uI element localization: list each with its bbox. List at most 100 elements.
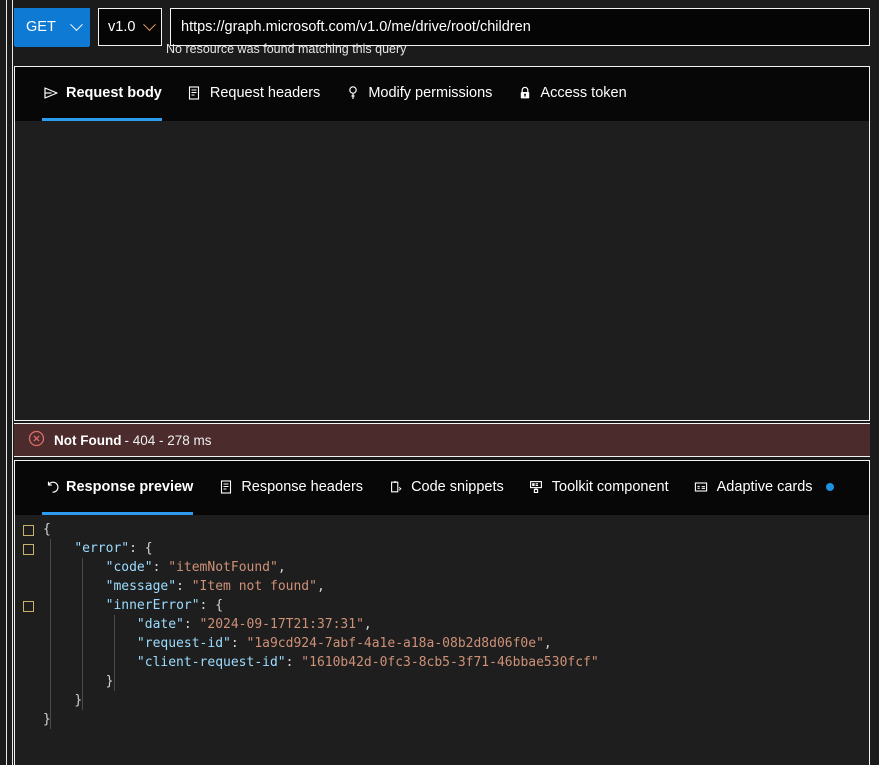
adaptive-cards-badge-dot [825, 483, 834, 491]
fold-gutter-cell [15, 711, 41, 730]
indent-guide [82, 558, 83, 710]
code-clipboard-icon [387, 479, 404, 496]
fold-gutter-cell [15, 673, 41, 692]
json-punctuation: , [277, 560, 286, 575]
fold-gutter-cell [15, 635, 41, 654]
json-string-value: "itemNotFound" [168, 560, 278, 575]
tab-request-body[interactable]: Request body [30, 75, 174, 121]
code-line: "innerError": { [43, 596, 869, 615]
indent-guide [114, 615, 115, 691]
json-punctuation: { [43, 522, 51, 537]
tab-modify-permissions[interactable]: Modify permissions [332, 75, 504, 121]
code-line: "message": "Item not found", [105, 579, 325, 594]
fold-gutter-cell[interactable] [15, 521, 41, 540]
editor-fold-gutter[interactable] [15, 520, 41, 765]
status-title: Not Found [54, 432, 122, 448]
json-punctuation: , [363, 617, 372, 632]
document-icon [217, 479, 234, 496]
response-status-bar: Not Found - 404 - 278 ms [14, 423, 870, 457]
json-key: "error" [74, 541, 130, 556]
tab-label: Request headers [209, 85, 321, 101]
tab-label: Toolkit component [551, 479, 669, 495]
request-url-value: https://graph.microsoft.com/v1.0/me/driv… [181, 19, 531, 35]
json-key: "code" [105, 560, 153, 575]
json-string-value: "1610b42d-0fc3-8cb5-3f71-46bbae530fcf" [301, 655, 599, 670]
tab-label: Request body [66, 85, 162, 101]
code-line: { [43, 520, 869, 539]
api-version-select[interactable]: v1.0 [98, 8, 162, 46]
fold-toggle-checkbox[interactable] [22, 601, 34, 612]
json-punctuation: , [316, 579, 325, 594]
response-panel: Response preview Response headers Code s… [14, 460, 870, 765]
json-key: "innerError" [105, 598, 200, 613]
tab-code-snippets[interactable]: Code snippets [375, 469, 516, 515]
code-line: } [43, 672, 869, 691]
api-version-value: v1.0 [108, 19, 136, 35]
indent-guide [50, 539, 51, 729]
json-key: "client-request-id" [136, 655, 286, 670]
tab-label: Access token [540, 85, 627, 101]
request-tablist: Request body Request headers Modify perm… [15, 67, 869, 121]
active-tab-indicator [42, 118, 162, 121]
window-left-rail-inner [12, 0, 13, 765]
toolkit-icon [528, 479, 545, 496]
json-string-value: "1a9cd924-7abf-4a1e-a18a-08b2d8d06f0e" [246, 636, 544, 651]
fold-gutter-cell [15, 578, 41, 597]
tab-label: Response headers [241, 479, 364, 495]
error-circle-icon [28, 430, 45, 450]
key-icon [344, 85, 361, 102]
response-preview-body: { "error": { "code": "itemNotFound", "me… [15, 515, 869, 765]
window-left-rail-outer [6, 0, 7, 765]
send-icon [42, 85, 59, 102]
code-line: "code": "itemNotFound", [105, 560, 286, 575]
json-string-value: "2024-09-17T21:37:31" [199, 617, 364, 632]
json-key: "date" [136, 617, 184, 632]
request-panel: Request body Request headers Modify perm… [14, 66, 870, 421]
status-detail: - 404 - 278 ms [124, 432, 212, 448]
tab-label: Modify permissions [368, 85, 493, 101]
tab-label: Adaptive cards [716, 479, 813, 495]
lock-icon [516, 85, 533, 102]
http-method-select[interactable]: GET [14, 8, 90, 47]
fold-toggle-checkbox[interactable] [22, 544, 34, 555]
code-line: } [43, 691, 869, 710]
json-punctuation: , [543, 636, 552, 651]
json-punctuation: } [105, 674, 114, 689]
code-line: "error": { [43, 539, 869, 558]
code-line: "date": "2024-09-17T21:37:31", [136, 617, 372, 632]
json-key: "request-id" [136, 636, 231, 651]
http-method-value: GET [26, 19, 56, 35]
fold-gutter-cell [15, 692, 41, 711]
fold-gutter-cell [15, 654, 41, 673]
query-hint-text: No resource was found matching this quer… [166, 42, 407, 56]
json-punctuation: } [74, 693, 83, 708]
request-body-editor[interactable] [15, 121, 869, 420]
fold-toggle-checkbox[interactable] [22, 525, 34, 536]
tab-toolkit-component[interactable]: Toolkit component [516, 469, 681, 515]
json-editor[interactable]: { "error": { "code": "itemNotFound", "me… [15, 515, 869, 765]
active-tab-indicator [42, 512, 194, 515]
tab-access-token[interactable]: Access token [504, 75, 638, 121]
json-key: "message" [105, 579, 177, 594]
tab-response-preview[interactable]: Response preview [30, 469, 205, 515]
fold-gutter-cell [15, 616, 41, 635]
tab-response-headers[interactable]: Response headers [205, 469, 375, 515]
tab-label: Code snippets [411, 479, 504, 495]
request-url-input[interactable]: https://graph.microsoft.com/v1.0/me/driv… [170, 8, 870, 46]
code-line: "client-request-id": "1610b42d-0fc3-8cb5… [136, 655, 599, 670]
undo-arrow-icon [42, 479, 59, 496]
json-string-value: "Item not found" [191, 579, 317, 594]
tab-adaptive-cards[interactable]: Adaptive cards [681, 469, 846, 515]
query-bar: GET v1.0 https://graph.microsoft.com/v1.… [14, 8, 870, 47]
fold-gutter-cell[interactable] [15, 597, 41, 616]
fold-gutter-cell[interactable] [15, 540, 41, 559]
card-icon [693, 479, 710, 496]
graph-explorer-root: GET v1.0 https://graph.microsoft.com/v1.… [0, 0, 879, 765]
tab-request-headers[interactable]: Request headers [174, 75, 332, 121]
fold-gutter-cell [15, 559, 41, 578]
json-punctuation: : { [129, 541, 153, 556]
editor-code-area[interactable]: { "error": { "code": "itemNotFound", "me… [41, 520, 869, 765]
response-tablist: Response preview Response headers Code s… [15, 461, 869, 515]
code-line: } [43, 710, 869, 729]
document-icon [186, 85, 203, 102]
